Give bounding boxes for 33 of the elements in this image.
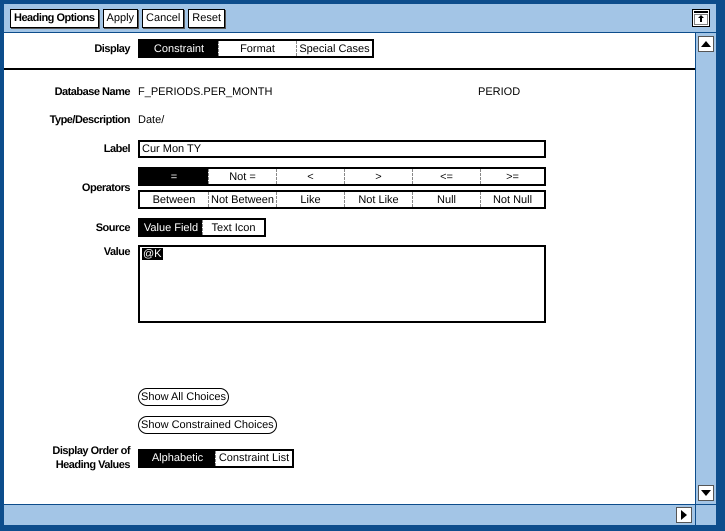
field-label: Value [104, 245, 130, 259]
down-triangle-icon [701, 490, 711, 496]
field-label: Source [96, 220, 130, 234]
segment-option[interactable]: Constraint List [215, 450, 292, 466]
label-input-field[interactable]: Cur Mon TY [138, 140, 546, 158]
segment-option[interactable]: Value Field [140, 220, 202, 235]
scroll-right-button[interactable] [676, 507, 692, 523]
field-value: F_PERIODS.PER_MONTH [138, 85, 274, 99]
choices-button[interactable]: Show Constrained Choices [138, 416, 277, 434]
toolbar-button[interactable]: Heading Options [10, 8, 98, 28]
up-triangle-icon [701, 41, 711, 47]
field-value: PERIOD [478, 85, 520, 99]
toolbar-button[interactable]: Reset [188, 8, 226, 28]
right-triangle-icon [681, 510, 687, 520]
choices-button[interactable]: Show All Choices [138, 388, 229, 406]
scroll-up-button[interactable] [698, 36, 714, 52]
scroll-to-top-icon[interactable] [692, 9, 710, 27]
field-label: Display [94, 42, 130, 56]
segment-option[interactable]: Not Between [208, 192, 276, 207]
segment-option[interactable]: = [140, 169, 208, 184]
scroll-down-button[interactable] [698, 485, 714, 501]
field-value: Date/ [138, 113, 164, 127]
field-label: Display Order of Heading Values [51, 444, 130, 472]
value-text-area[interactable]: @K [138, 245, 546, 323]
toolbar-button[interactable]: Apply [102, 8, 138, 28]
field-label: Type/Description [50, 113, 130, 127]
segment-option[interactable]: Constraint [140, 41, 218, 56]
segment-option[interactable]: Special Cases [296, 41, 372, 56]
field-label: Operators [82, 181, 130, 195]
field-label: Database Name [54, 85, 130, 99]
segment-option[interactable]: Alphabetic [140, 450, 215, 466]
field-label: Label [104, 142, 130, 156]
toolbar-button[interactable]: Cancel [142, 8, 184, 28]
